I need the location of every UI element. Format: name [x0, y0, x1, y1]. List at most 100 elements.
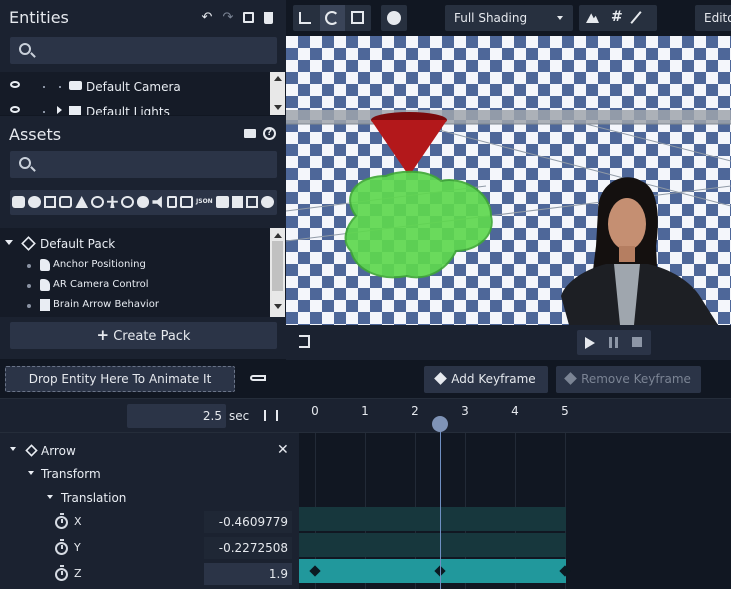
exit-fullscreen-icon[interactable] — [299, 335, 310, 348]
assets-tree: Default Pack Anchor Positioning AR Camer… — [0, 228, 286, 317]
json-icon[interactable]: JSON — [196, 196, 213, 208]
collapse-arrow-icon[interactable] — [10, 447, 16, 451]
track-row-translation[interactable]: Translation — [0, 490, 299, 510]
filter-icon[interactable] — [231, 196, 244, 208]
tree-row-default-pack[interactable]: Default Pack — [0, 234, 270, 254]
next-keyframe-icon[interactable] — [276, 410, 286, 421]
viewport-toolbar: Full Shading # Edito — [286, 0, 731, 36]
magic-wand-icon[interactable] — [630, 11, 642, 24]
lighting-icon[interactable] — [586, 13, 599, 23]
asset-item-ar-camera-control[interactable]: AR Camera Control — [0, 276, 270, 294]
entities-scrollbar[interactable] — [270, 72, 285, 115]
track-bar-z[interactable] — [299, 559, 566, 583]
key-icon[interactable] — [250, 375, 266, 381]
transform-axes-icon[interactable] — [299, 12, 311, 24]
scene-viewport[interactable] — [286, 36, 731, 325]
filter-icon[interactable] — [215, 196, 229, 208]
timeline-ruler[interactable]: 0 1 2 3 4 5 — [300, 399, 731, 434]
behavior-graph-icon — [40, 299, 50, 311]
display-options-group: # — [579, 5, 657, 31]
pause-icon[interactable] — [609, 337, 618, 348]
filter-icon[interactable] — [12, 196, 25, 208]
assets-search-input[interactable] — [10, 151, 277, 178]
tick-label: 2 — [411, 404, 419, 418]
folder-icon[interactable] — [244, 129, 256, 138]
collapse-arrow-icon[interactable] — [5, 240, 13, 245]
drop-entity-zone[interactable]: Drop Entity Here To Animate It — [5, 366, 235, 392]
expand-arrow-icon[interactable] — [57, 106, 62, 114]
tree-row-default-lights[interactable]: Default Lights — [0, 103, 270, 115]
filter-icon[interactable] — [167, 196, 178, 208]
scroll-down-icon[interactable] — [274, 105, 282, 110]
grid-icon[interactable]: # — [611, 9, 623, 25]
remove-keyframe-label: Remove Keyframe — [581, 372, 691, 386]
prev-keyframe-icon[interactable] — [256, 410, 266, 421]
remove-keyframe-button[interactable]: Remove Keyframe — [556, 366, 701, 393]
axis-label-x: X — [74, 515, 82, 528]
entities-search-input[interactable] — [10, 37, 277, 64]
filter-icon[interactable] — [136, 196, 150, 208]
scroll-up-icon[interactable] — [274, 76, 282, 81]
delete-icon[interactable] — [264, 12, 273, 24]
create-pack-button[interactable]: + Create Pack — [10, 322, 277, 349]
duplicate-icon[interactable] — [243, 12, 254, 23]
collapse-arrow-icon[interactable] — [47, 495, 53, 499]
stopwatch-icon[interactable] — [55, 513, 68, 529]
filter-icon[interactable] — [246, 196, 259, 208]
create-pack-label: Create Pack — [113, 329, 191, 344]
y-value-field[interactable]: -0.2272508 — [204, 537, 292, 559]
filter-icon[interactable] — [180, 196, 194, 208]
collapse-arrow-icon[interactable] — [28, 471, 34, 475]
close-icon[interactable]: ✕ — [277, 442, 289, 458]
track-bar-y[interactable] — [299, 533, 566, 557]
filter-icon[interactable] — [106, 196, 118, 208]
stop-icon[interactable] — [632, 337, 642, 347]
search-icon — [19, 43, 31, 55]
asset-item-anchor-positioning[interactable]: Anchor Positioning — [0, 256, 270, 274]
tick-label: 3 — [461, 404, 469, 418]
editor-tab[interactable]: Edito — [695, 5, 731, 31]
visibility-eye-icon[interactable] — [10, 106, 20, 113]
play-icon[interactable] — [585, 337, 595, 349]
filter-icon[interactable] — [261, 196, 275, 208]
stopwatch-icon[interactable] — [55, 539, 68, 555]
add-keyframe-button[interactable]: Add Keyframe — [424, 366, 548, 393]
asset-label: Brain Arrow Behavior — [53, 299, 159, 310]
scroll-thumb[interactable] — [272, 241, 283, 291]
playhead-line[interactable] — [440, 424, 441, 589]
scale-icon[interactable] — [351, 11, 364, 24]
y-value: -0.2272508 — [218, 541, 288, 555]
z-value-field[interactable]: 1.9 — [204, 563, 292, 585]
scroll-down-icon[interactable] — [274, 304, 282, 309]
time-input[interactable]: 2.5 — [127, 404, 226, 428]
filter-icon[interactable] — [59, 196, 73, 208]
filter-icon[interactable] — [91, 196, 104, 208]
shading-dropdown[interactable]: Full Shading — [445, 5, 573, 31]
playhead-handle[interactable] — [432, 416, 448, 432]
editor-tab-label: Edito — [704, 11, 731, 25]
track-row-arrow[interactable]: Arrow ✕ — [0, 442, 299, 462]
filter-icon[interactable] — [152, 196, 162, 208]
track-bar-x[interactable] — [299, 507, 566, 531]
redo-icon[interactable]: ↷ — [222, 11, 234, 24]
green-brain-mesh — [344, 170, 493, 279]
asset-item-brain-arrow-behavior[interactable]: Brain Arrow Behavior — [0, 296, 270, 314]
filter-icon[interactable] — [75, 196, 89, 208]
globe-button[interactable] — [381, 5, 407, 31]
help-icon[interactable]: ? — [263, 127, 276, 140]
stopwatch-icon[interactable] — [55, 565, 68, 581]
x-value-field[interactable]: -0.4609779 — [204, 511, 292, 533]
assets-panel: Assets ? JSON Default Pack Anchor Positi… — [0, 116, 286, 359]
visibility-eye-icon[interactable] — [10, 81, 20, 88]
filter-icon[interactable] — [27, 196, 41, 208]
asset-type-icons[interactable]: JSON — [12, 196, 275, 209]
package-icon — [21, 236, 36, 251]
track-row-transform[interactable]: Transform — [0, 466, 299, 486]
tree-row-default-camera[interactable]: Default Camera — [0, 78, 270, 98]
filter-icon[interactable] — [43, 196, 57, 208]
timeline-tracks[interactable] — [299, 433, 731, 589]
undo-icon[interactable]: ↶ — [201, 11, 213, 24]
filter-icon[interactable] — [120, 196, 134, 208]
scroll-up-icon[interactable] — [274, 233, 282, 238]
assets-scrollbar[interactable] — [270, 228, 285, 317]
